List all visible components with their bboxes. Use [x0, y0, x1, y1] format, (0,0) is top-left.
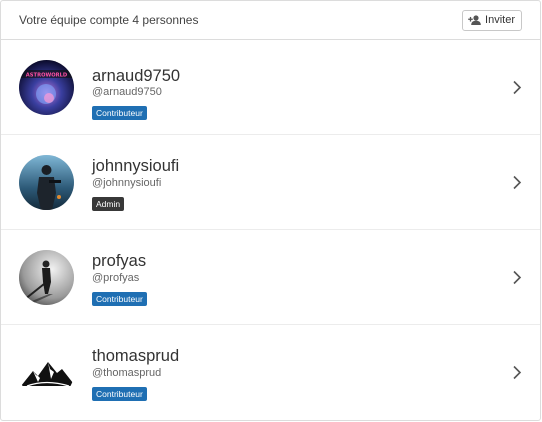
role-badge: Admin [92, 197, 125, 211]
member-handle: @johnnysioufi [92, 177, 162, 189]
member-row[interactable]: johnnysioufi @johnnysioufi Admin [1, 135, 540, 230]
add-user-icon [468, 15, 481, 25]
member-handle: @thomasprud [92, 367, 162, 379]
avatar: ASTROWORLD [19, 59, 74, 115]
role-badge: Contributeur [92, 387, 147, 401]
panel-header: Votre équipe compte 4 personnes Inviter [1, 1, 540, 40]
member-name: arnaud9750 [92, 67, 181, 85]
team-count: Votre équipe compte 4 personnes [19, 13, 199, 27]
member-row[interactable]: thomasprud @thomasprud Contributeur [1, 325, 540, 420]
role-badge: Contributeur [92, 106, 147, 120]
member-row[interactable]: profyas @profyas Contributeur [1, 230, 540, 325]
chevron-right-icon [512, 270, 522, 285]
member-handle: @arnaud9750 [92, 86, 162, 98]
invite-label: Inviter [485, 14, 515, 26]
avatar-logo-text: ASTROWORLD [26, 72, 68, 78]
avatar [19, 154, 74, 210]
role-badge: Contributeur [92, 292, 147, 306]
chevron-right-icon [512, 80, 522, 95]
member-name: profyas [92, 252, 147, 270]
member-name: johnnysioufi [92, 157, 180, 175]
member-name: thomasprud [92, 347, 180, 365]
chevron-right-icon [512, 365, 522, 380]
invite-button[interactable]: Inviter [462, 9, 522, 31]
member-handle: @profyas [92, 272, 140, 284]
chevron-right-icon [512, 175, 522, 190]
avatar [19, 249, 74, 305]
member-row[interactable]: ASTROWORLD arnaud9750 @arnaud9750 Contri… [1, 40, 540, 135]
team-panel: Votre équipe compte 4 personnes Inviter [0, 0, 541, 421]
avatar [19, 345, 74, 400]
